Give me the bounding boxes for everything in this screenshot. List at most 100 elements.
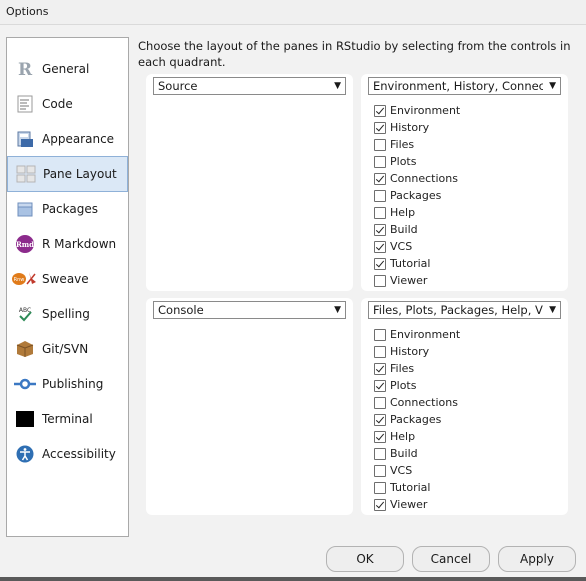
- checkbox-packages[interactable]: Packages: [374, 187, 460, 204]
- sweave-icon: Rnw: [12, 270, 38, 288]
- top-right-checkbox-list: Environment History Files Plots Connecti…: [374, 102, 460, 289]
- checkbox-box[interactable]: [374, 498, 386, 511]
- checkbox-box[interactable]: [374, 362, 386, 375]
- sidebar-item-label: Pane Layout: [43, 167, 117, 181]
- sidebar-item-general[interactable]: R General: [8, 52, 127, 86]
- background-window-strip: [0, 577, 586, 581]
- bottom-right-pane-select[interactable]: Files, Plots, Packages, Help, Vie ▼: [368, 301, 561, 319]
- sidebar-item-rmarkdown[interactable]: Rmd R Markdown: [8, 227, 127, 261]
- checkbox-vcs[interactable]: VCS: [374, 238, 460, 255]
- select-value: Files, Plots, Packages, Help, Vie: [373, 303, 543, 317]
- options-dialog: R General Code Appearance Pane Layout Pa…: [0, 25, 586, 581]
- checkbox-box[interactable]: [374, 257, 386, 270]
- sidebar-item-label: Publishing: [42, 377, 104, 391]
- checkbox-label: Build: [390, 223, 418, 236]
- checkbox-box[interactable]: [374, 481, 386, 494]
- checkbox-help[interactable]: Help: [374, 428, 460, 445]
- select-value: Console: [158, 303, 204, 317]
- checkbox-label: Packages: [390, 189, 442, 202]
- checkbox-box[interactable]: [374, 379, 386, 392]
- checkbox-box[interactable]: [374, 447, 386, 460]
- checkbox-label: VCS: [390, 464, 413, 477]
- sidebar-item-publishing[interactable]: Publishing: [8, 367, 127, 401]
- checkbox-box[interactable]: [374, 189, 386, 202]
- checkbox-box[interactable]: [374, 206, 386, 219]
- code-icon: [15, 95, 35, 113]
- checkbox-files[interactable]: Files: [374, 360, 460, 377]
- checkbox-tutorial[interactable]: Tutorial: [374, 255, 460, 272]
- checkbox-label: Help: [390, 430, 416, 443]
- checkbox-connections[interactable]: Connections: [374, 394, 460, 411]
- apply-button[interactable]: Apply: [498, 546, 576, 572]
- checkbox-build[interactable]: Build: [374, 445, 460, 462]
- checkbox-label: Environment: [390, 328, 461, 341]
- checkbox-box[interactable]: [374, 430, 386, 443]
- sidebar-item-label: Accessibility: [42, 447, 116, 461]
- sidebar-item-terminal[interactable]: Terminal: [8, 402, 127, 436]
- checkbox-history[interactable]: History: [374, 119, 460, 136]
- ok-button[interactable]: OK: [326, 546, 404, 572]
- checkbox-label: Connections: [390, 396, 458, 409]
- checkbox-box[interactable]: [374, 396, 386, 409]
- sidebar-item-accessibility[interactable]: Accessibility: [8, 437, 127, 471]
- checkbox-box[interactable]: [374, 138, 386, 151]
- accessibility-icon: [15, 445, 35, 463]
- checkbox-plots[interactable]: Plots: [374, 377, 460, 394]
- sidebar-item-label: Packages: [42, 202, 98, 216]
- cancel-button[interactable]: Cancel: [412, 546, 490, 572]
- checkbox-build[interactable]: Build: [374, 221, 460, 238]
- checkbox-box[interactable]: [374, 104, 386, 117]
- sidebar-item-label: Terminal: [42, 412, 93, 426]
- select-value: Source: [158, 79, 198, 93]
- top-right-pane-select[interactable]: Environment, History, Connectio ▼: [368, 77, 561, 95]
- checkbox-label: Files: [390, 362, 415, 375]
- window-titlebar: Options: [0, 0, 586, 25]
- sidebar-item-code[interactable]: Code: [8, 87, 127, 121]
- checkbox-environment[interactable]: Environment: [374, 326, 460, 343]
- sidebar-item-label: Git/SVN: [42, 342, 89, 356]
- checkbox-connections[interactable]: Connections: [374, 170, 460, 187]
- checkbox-box[interactable]: [374, 328, 386, 341]
- checkbox-box[interactable]: [374, 345, 386, 358]
- appearance-icon: [15, 130, 35, 148]
- quadrant-top-right: Environment, History, Connectio ▼ Enviro…: [361, 74, 568, 291]
- top-left-pane-select[interactable]: Source ▼: [153, 77, 346, 95]
- sidebar-item-spelling[interactable]: ABC Spelling: [8, 297, 127, 331]
- checkbox-viewer[interactable]: Viewer: [374, 272, 460, 289]
- sidebar-item-label: Sweave: [42, 272, 89, 286]
- sidebar-item-pane-layout[interactable]: Pane Layout: [7, 156, 128, 192]
- checkbox-label: Connections: [390, 172, 458, 185]
- sidebar-item-appearance[interactable]: Appearance: [8, 122, 127, 156]
- checkbox-box[interactable]: [374, 464, 386, 477]
- quadrant-bottom-right: Files, Plots, Packages, Help, Vie ▼ Envi…: [361, 298, 568, 515]
- checkbox-environment[interactable]: Environment: [374, 102, 460, 119]
- select-value: Environment, History, Connectio: [373, 79, 543, 93]
- checkbox-box[interactable]: [374, 172, 386, 185]
- svg-text:R: R: [18, 60, 33, 78]
- r-logo-icon: R: [15, 60, 35, 78]
- sidebar-item-packages[interactable]: Packages: [8, 192, 127, 226]
- checkbox-box[interactable]: [374, 413, 386, 426]
- checkbox-label: VCS: [390, 240, 413, 253]
- quadrant-bottom-left: Console ▼: [146, 298, 353, 515]
- checkbox-box[interactable]: [374, 240, 386, 253]
- sidebar-item-label: R Markdown: [42, 237, 117, 251]
- checkbox-help[interactable]: Help: [374, 204, 460, 221]
- checkbox-plots[interactable]: Plots: [374, 153, 460, 170]
- checkbox-box[interactable]: [374, 274, 386, 287]
- checkbox-label: History: [390, 345, 430, 358]
- checkbox-files[interactable]: Files: [374, 136, 460, 153]
- checkbox-box[interactable]: [374, 155, 386, 168]
- bottom-left-pane-select[interactable]: Console ▼: [153, 301, 346, 319]
- checkbox-packages[interactable]: Packages: [374, 411, 460, 428]
- checkbox-viewer[interactable]: Viewer: [374, 496, 460, 513]
- checkbox-tutorial[interactable]: Tutorial: [374, 479, 460, 496]
- sidebar-item-git-svn[interactable]: Git/SVN: [8, 332, 127, 366]
- checkbox-box[interactable]: [374, 121, 386, 134]
- checkbox-box[interactable]: [374, 223, 386, 236]
- checkbox-label: Viewer: [390, 498, 428, 511]
- checkbox-vcs[interactable]: VCS: [374, 462, 460, 479]
- checkbox-history[interactable]: History: [374, 343, 460, 360]
- terminal-icon: [15, 410, 35, 428]
- sidebar-item-sweave[interactable]: Rnw Sweave: [8, 262, 127, 296]
